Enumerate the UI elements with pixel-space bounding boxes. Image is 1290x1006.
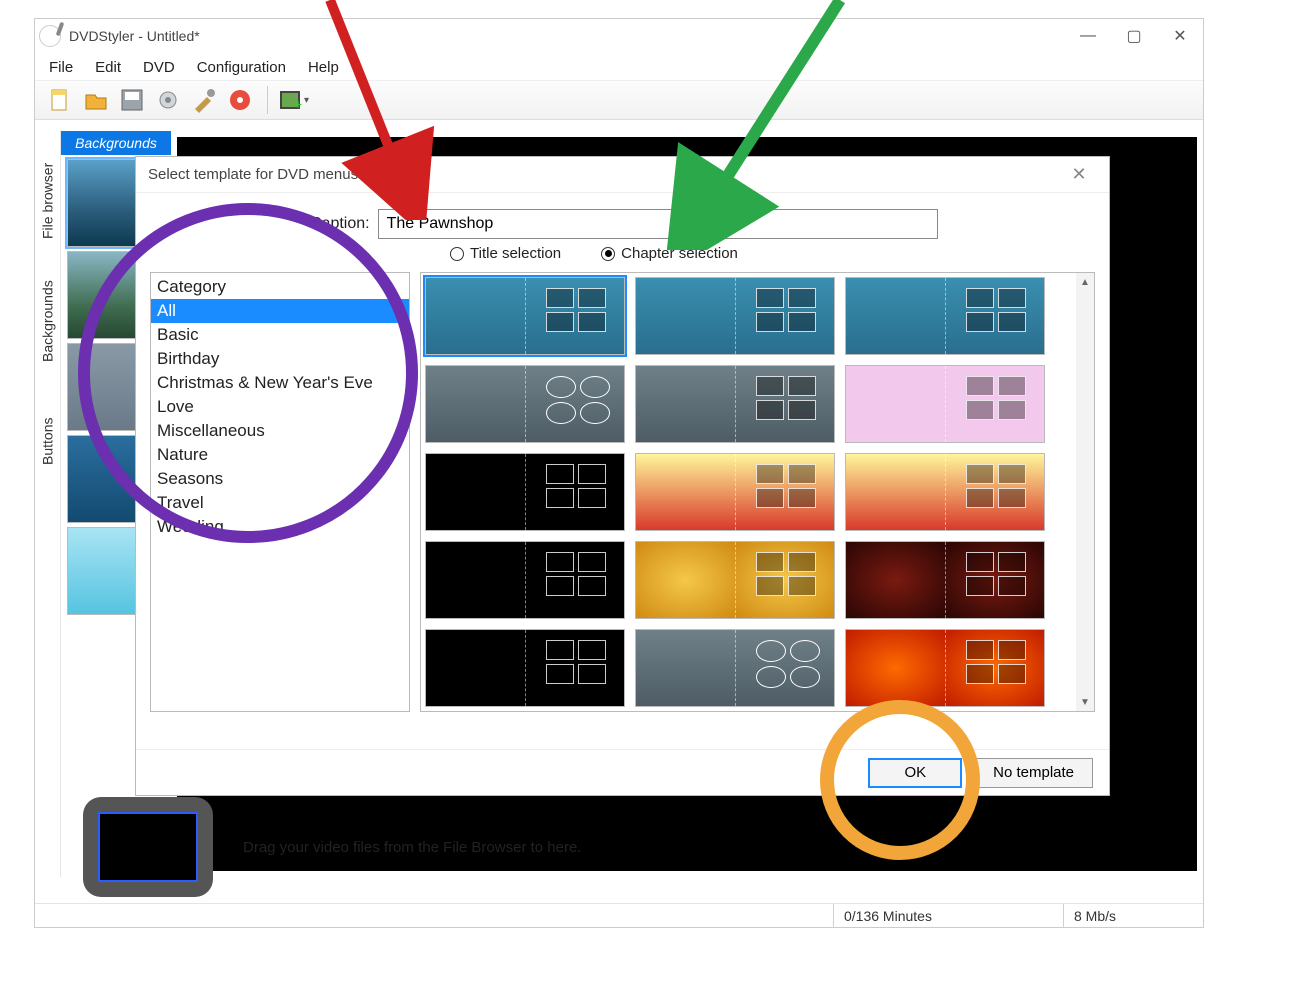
template-item[interactable] xyxy=(845,365,1045,443)
dialog-close-button[interactable]: ✕ xyxy=(1061,164,1097,185)
sidebar-tabs: File browser Backgrounds Buttons xyxy=(35,131,61,877)
radio-title[interactable]: Title selection xyxy=(450,245,561,262)
tab-buttons[interactable]: Buttons xyxy=(35,371,60,511)
timeline-hint: Drag your video files from the File Brow… xyxy=(243,839,581,856)
category-item[interactable]: Christmas & New Year's Eve xyxy=(151,371,409,395)
svg-text:+: + xyxy=(294,96,302,112)
template-item[interactable] xyxy=(425,629,625,707)
add-video-icon[interactable]: +▾ xyxy=(276,83,310,117)
save-icon[interactable] xyxy=(115,83,149,117)
category-item[interactable]: Miscellaneous xyxy=(151,419,409,443)
new-project-icon[interactable] xyxy=(43,83,77,117)
template-item[interactable] xyxy=(635,365,835,443)
close-button[interactable]: ✕ xyxy=(1157,21,1203,51)
category-item[interactable]: Birthday xyxy=(151,347,409,371)
template-item[interactable] xyxy=(845,277,1045,355)
menu-config[interactable]: Configuration xyxy=(187,57,296,78)
template-item[interactable] xyxy=(635,541,835,619)
dialog-footer: OK No template xyxy=(136,749,1109,795)
menu-tile[interactable] xyxy=(83,797,213,897)
menu-edit[interactable]: Edit xyxy=(85,57,131,78)
template-item[interactable] xyxy=(635,277,835,355)
scroll-down-icon[interactable]: ▼ xyxy=(1076,693,1094,711)
menubar: File Edit DVD Configuration Help xyxy=(35,53,1203,80)
maximize-button[interactable]: ▢ xyxy=(1111,21,1157,51)
tools-icon[interactable] xyxy=(187,83,221,117)
tab-backgrounds[interactable]: Backgrounds xyxy=(35,271,60,371)
category-list[interactable]: Category AllBasicBirthdayChristmas & New… xyxy=(150,272,410,712)
template-item[interactable] xyxy=(425,453,625,531)
template-item[interactable] xyxy=(845,453,1045,531)
statusbar: 0/136 Minutes 8 Mb/s xyxy=(35,903,1203,927)
grid-scrollbar[interactable]: ▲ ▼ xyxy=(1076,273,1094,711)
minimize-button[interactable]: — xyxy=(1065,21,1111,51)
timeline-area: Drag your video files from the File Brow… xyxy=(35,787,1203,907)
radio-chapter[interactable]: Chapter selection xyxy=(601,245,738,262)
template-item[interactable] xyxy=(635,629,835,707)
titlebar: DVDStyler - Untitled* — ▢ ✕ xyxy=(35,19,1203,53)
scroll-up-icon[interactable]: ▲ xyxy=(1076,273,1094,291)
caption-field[interactable] xyxy=(378,209,938,239)
template-item[interactable] xyxy=(425,541,625,619)
burn-icon[interactable] xyxy=(223,83,257,117)
dialog-titlebar: Select template for DVD menus ✕ xyxy=(136,157,1109,193)
category-item[interactable]: Basic xyxy=(151,323,409,347)
open-icon[interactable] xyxy=(79,83,113,117)
app-icon xyxy=(39,25,61,47)
toolbar-separator xyxy=(267,86,268,114)
template-grid: ▲ ▼ xyxy=(420,272,1095,712)
backgrounds-header: Backgrounds xyxy=(61,131,171,155)
dialog-title: Select template for DVD menus xyxy=(148,166,358,183)
menu-dvd[interactable]: DVD xyxy=(133,57,185,78)
no-template-button[interactable]: No template xyxy=(974,758,1093,788)
category-item[interactable]: Travel xyxy=(151,491,409,515)
template-item[interactable] xyxy=(425,365,625,443)
template-item[interactable] xyxy=(845,541,1045,619)
menu-help[interactable]: Help xyxy=(298,57,349,78)
window-title: DVDStyler - Untitled* xyxy=(69,28,200,44)
menu-file[interactable]: File xyxy=(39,57,83,78)
template-item[interactable] xyxy=(425,277,625,355)
category-item[interactable]: Wedding xyxy=(151,515,409,539)
category-item[interactable]: Seasons xyxy=(151,467,409,491)
template-dialog: Select template for DVD menus ✕ Caption:… xyxy=(135,156,1110,796)
template-item[interactable] xyxy=(635,453,835,531)
toolbar: +▾ xyxy=(35,80,1203,120)
menu-thumbnail xyxy=(98,812,198,882)
template-item[interactable] xyxy=(845,629,1045,707)
ok-button[interactable]: OK xyxy=(868,758,962,788)
tab-file-browser[interactable]: File browser xyxy=(35,131,60,271)
caption-label: Caption: xyxy=(310,215,370,233)
category-item[interactable]: Love xyxy=(151,395,409,419)
category-item[interactable]: All xyxy=(151,299,409,323)
settings-icon[interactable] xyxy=(151,83,185,117)
status-minutes: 0/136 Minutes xyxy=(833,904,1063,927)
category-header: Category xyxy=(157,277,409,297)
category-item[interactable]: Nature xyxy=(151,443,409,467)
status-bitrate: 8 Mb/s xyxy=(1063,904,1203,927)
